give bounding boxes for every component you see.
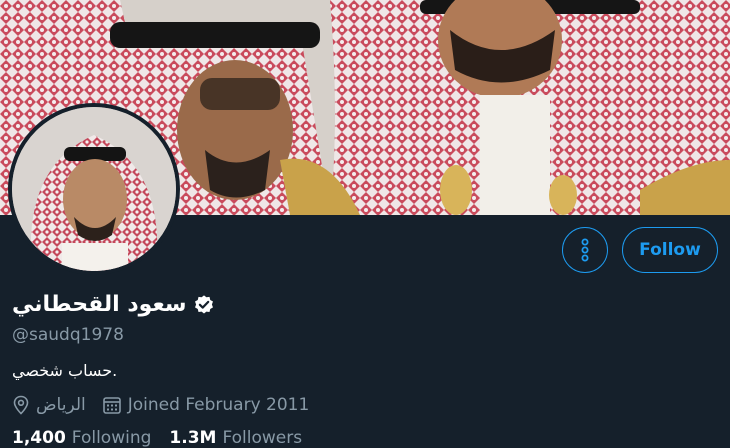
followers-link[interactable]: 1.3M Followers [169,428,302,448]
joined-text: Joined February 2011 [127,395,310,415]
profile-handle: @saudq1978 [12,325,124,345]
profile-avatar[interactable] [8,103,180,275]
profile-stats: 1,400 Following 1.3M Followers [12,428,302,448]
follow-button-label: Follow [639,240,701,260]
profile-bio: حساب شخصي. [12,361,118,380]
location-item: الرياض [12,395,86,415]
following-link[interactable]: 1,400 Following [12,428,151,448]
followers-label: Followers [222,428,303,448]
profile-meta: الرياض Joined February 2011 [12,395,319,415]
following-count: 1,400 [12,428,66,448]
follow-button[interactable]: Follow [622,227,718,273]
calendar-icon [102,397,121,414]
more-vertical-icon [581,238,589,262]
display-name-row: سعود القحطاني [12,292,215,317]
location-text: الرياض [36,395,86,415]
verified-badge-icon [194,294,213,314]
more-options-button[interactable] [562,227,608,273]
display-name: سعود القحطاني [12,292,187,317]
followers-count: 1.3M [169,428,217,448]
joined-item: Joined February 2011 [102,395,310,415]
following-label: Following [71,428,152,448]
location-pin-icon [13,395,29,415]
avatar-photo [12,107,176,271]
